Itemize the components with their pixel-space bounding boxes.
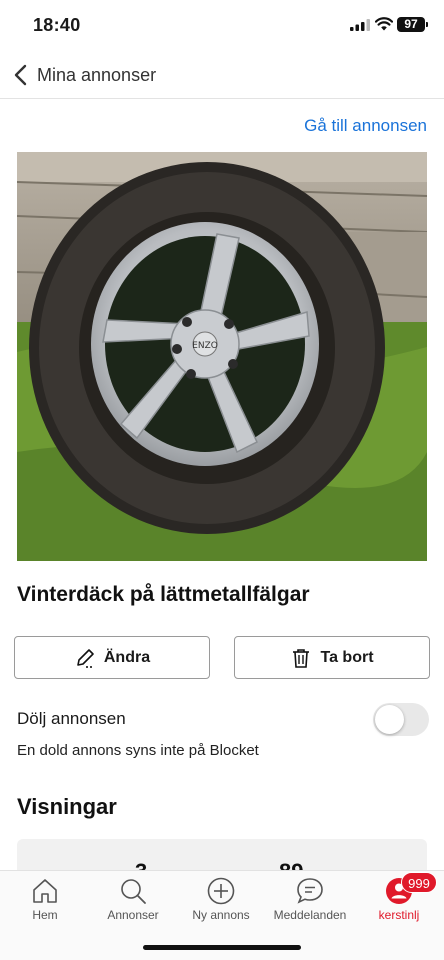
tab-label: Ny annons <box>192 908 250 922</box>
tire-photo-icon: ENZO <box>17 152 427 561</box>
nav-bar: Mina annonser <box>0 52 444 99</box>
status-time: 18:40 <box>33 15 81 35</box>
trash-icon <box>293 648 310 668</box>
edit-button-label: Ändra <box>103 648 151 666</box>
wifi-icon <box>375 17 393 31</box>
hide-ad-toggle[interactable] <box>373 703 429 736</box>
rim-logo: ENZO <box>192 341 218 351</box>
tab-label: Meddelanden <box>273 908 347 922</box>
hide-ad-label: Dölj annonsen <box>17 709 126 728</box>
ad-image[interactable]: ENZO <box>17 152 427 561</box>
edit-button[interactable]: Ändra <box>14 636 210 679</box>
tab-label: Annonser <box>107 908 159 922</box>
ad-title: Vinterdäck på lättmetallfälgar <box>17 583 310 606</box>
hide-ad-description: En dold annons syns inte på Blocket <box>17 742 259 759</box>
views-heading: Visningar <box>17 794 117 819</box>
tab-annonser[interactable]: Annonser <box>88 876 178 922</box>
goto-ad-link[interactable]: Gå till annonsen <box>304 116 427 136</box>
home-indicator <box>143 945 301 950</box>
tab-label: kerstinlj <box>378 908 420 922</box>
delete-button[interactable]: Ta bort <box>234 636 430 679</box>
signal-icon <box>350 19 370 31</box>
chat-bubble-icon <box>297 878 323 904</box>
battery-indicator: 97 <box>397 17 425 32</box>
house-icon <box>33 879 57 903</box>
delete-button-label: Ta bort <box>320 648 374 666</box>
tab-meddelanden[interactable]: Meddelanden <box>265 876 355 922</box>
status-bar: 18:40 97 <box>0 0 444 52</box>
back-link-mina-annonser[interactable]: Mina annonser <box>37 65 156 86</box>
tab-hem[interactable]: Hem <box>0 876 90 922</box>
battery-cap <box>426 22 428 27</box>
tab-ny-annons[interactable]: Ny annons <box>176 876 266 922</box>
plus-circle-icon <box>207 877 235 905</box>
notification-badge: 999 <box>401 872 437 893</box>
chevron-left-icon[interactable] <box>12 64 30 86</box>
pencil-icon <box>77 648 94 668</box>
search-icon <box>121 879 146 904</box>
toggle-knob <box>375 705 404 734</box>
tab-label: Hem <box>32 908 58 922</box>
